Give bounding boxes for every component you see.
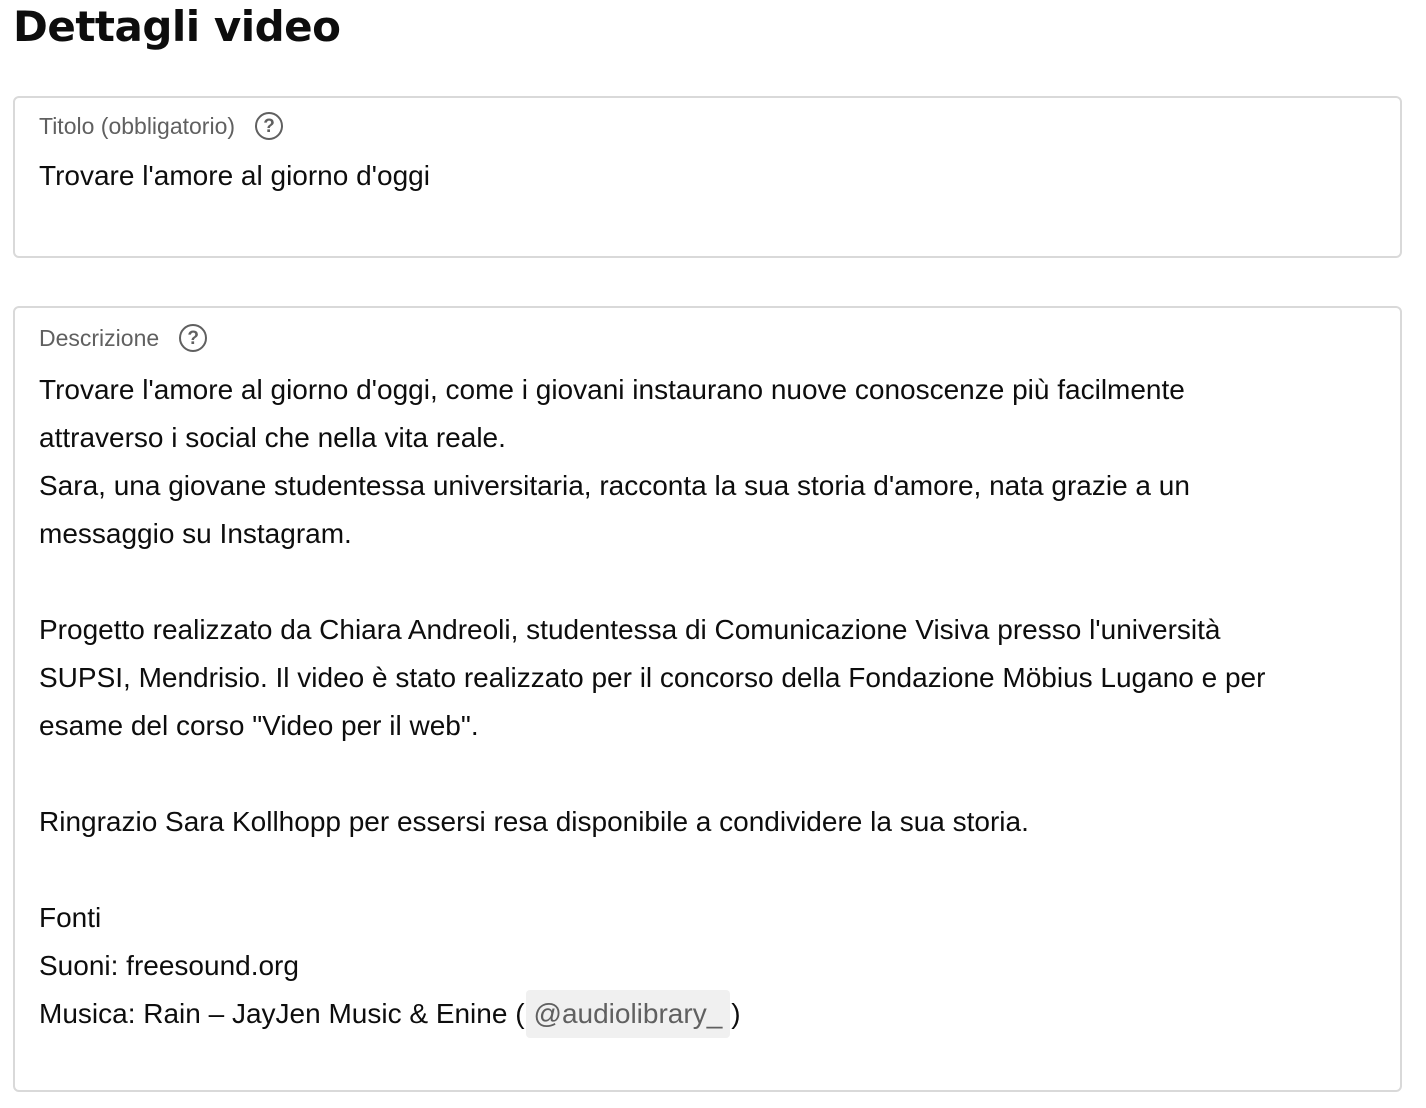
description-line: Sara, una giovane studentessa universita… — [39, 470, 1190, 501]
page-title: Dettagli video — [13, 2, 341, 51]
description-textarea[interactable]: Trovare l'amore al giorno d'oggi, come i… — [39, 366, 1369, 1038]
help-circle-icon[interactable]: ? — [179, 324, 208, 352]
description-line: Progetto realizzato da Chiara Andreoli, … — [39, 614, 1221, 645]
description-line: messaggio su Instagram. — [39, 518, 352, 549]
description-line: Fonti — [39, 902, 102, 933]
channel-mention-link[interactable]: @audiolibrary_ — [525, 990, 731, 1038]
description-label-row: Descrizione ? — [39, 323, 208, 353]
description-line: esame del corso "Video per il web". — [39, 710, 479, 741]
music-credit-prefix: Musica: Rain – JayJen Music & Enine ( — [39, 998, 525, 1029]
description-line: attraverso i social che nella vita reale… — [39, 422, 506, 453]
title-label-row: Titolo (obbligatorio) ? — [39, 111, 284, 141]
description-line: SUPSI, Mendrisio. Il video è stato reali… — [39, 662, 1266, 693]
music-credit-line: Musica: Rain – JayJen Music & Enine (@au… — [39, 990, 1369, 1038]
title-input[interactable]: Trovare l'amore al giorno d'oggi — [39, 156, 430, 196]
description-field[interactable]: Descrizione ? Trovare l'amore al giorno … — [13, 306, 1402, 1092]
title-label: Titolo (obbligatorio) — [39, 113, 236, 139]
description-blank-line — [39, 846, 1369, 894]
description-blank-line — [39, 558, 1369, 606]
description-label: Descrizione — [39, 325, 160, 351]
description-line: Suoni: freesound.org — [39, 950, 299, 981]
description-line: Trovare l'amore al giorno d'oggi, come i… — [39, 374, 1185, 405]
description-line: Ringrazio Sara Kollhopp per essersi resa… — [39, 806, 1029, 837]
title-field[interactable]: Titolo (obbligatorio) ? Trovare l'amore … — [13, 96, 1402, 258]
music-credit-suffix: ) — [731, 998, 741, 1029]
description-blank-line — [39, 750, 1369, 798]
help-circle-icon[interactable]: ? — [255, 112, 284, 140]
